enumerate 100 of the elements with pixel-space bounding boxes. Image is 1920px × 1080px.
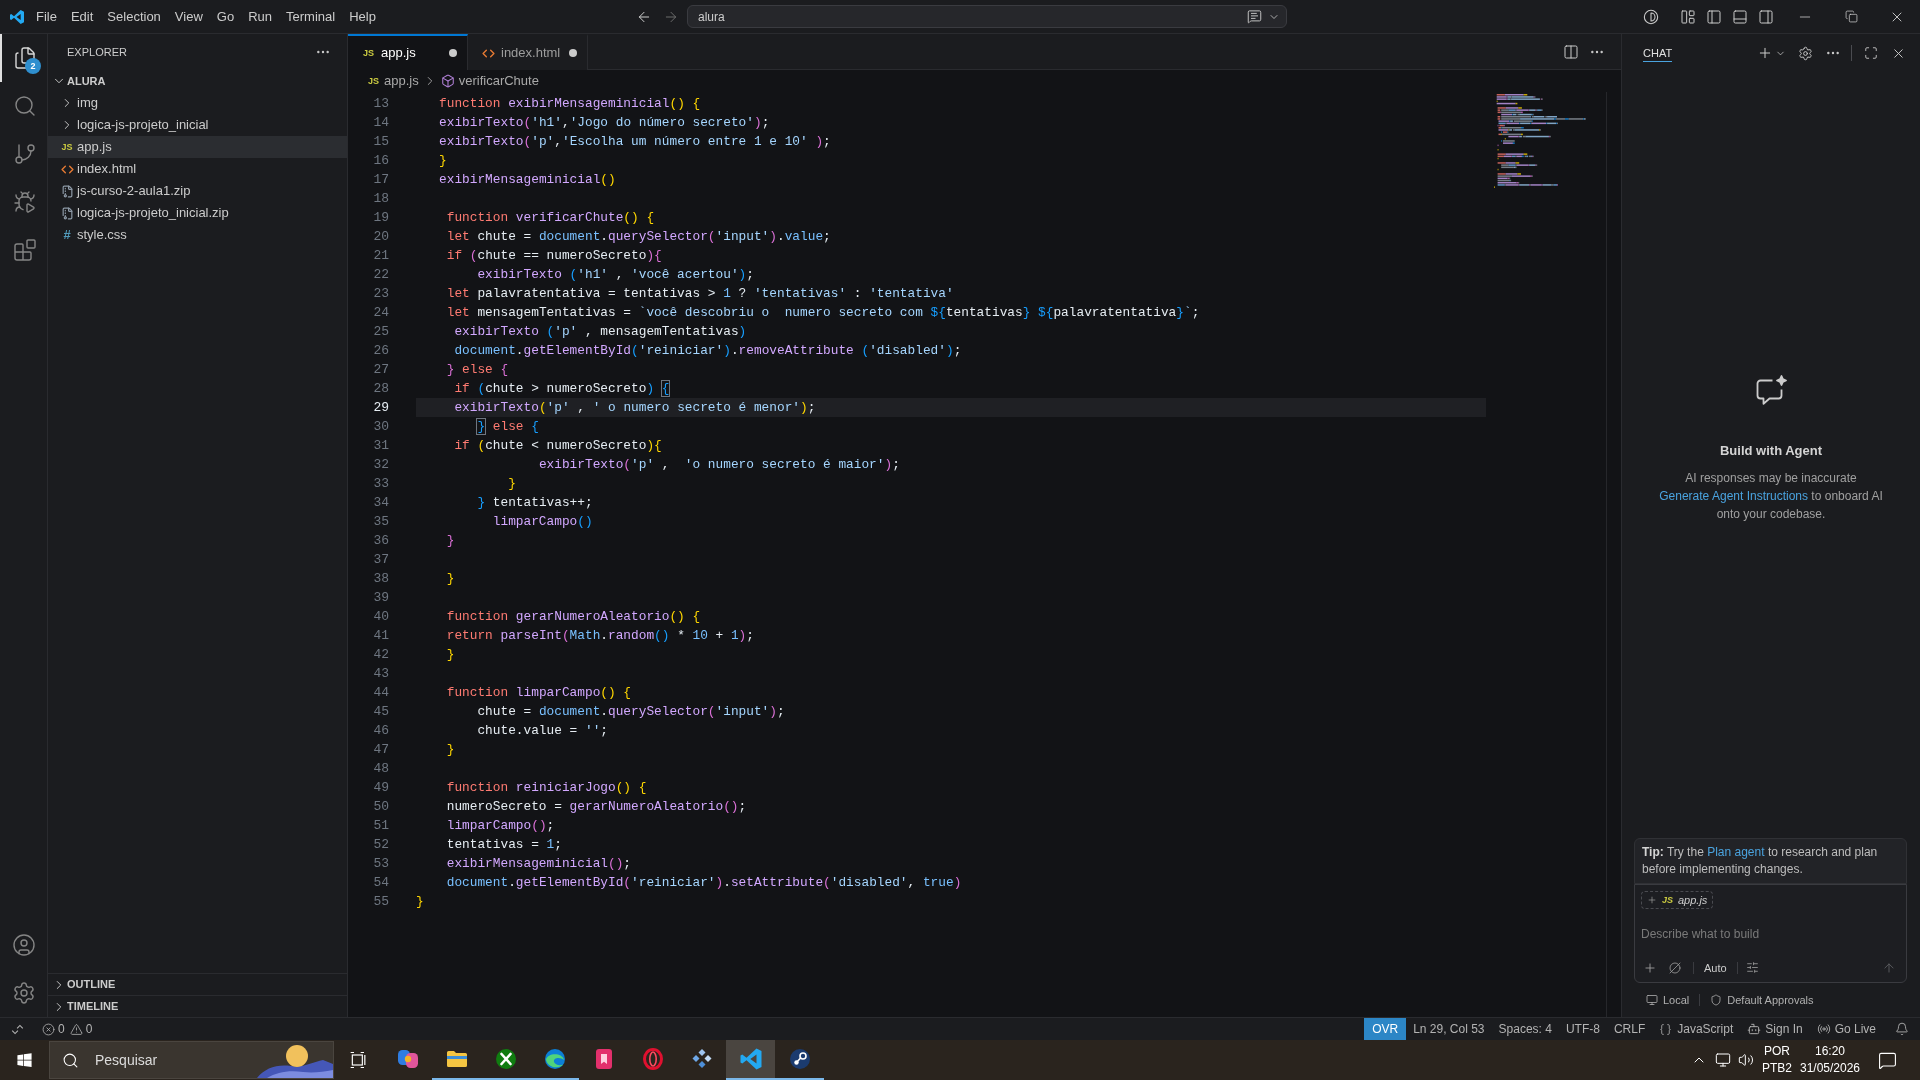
code-line: let chute = document.querySelector('input').value;: [446, 228, 831, 246]
mode-picker[interactable]: Auto: [1704, 959, 1727, 976]
maximize-icon[interactable]: [1864, 46, 1878, 60]
files-icon: [12, 46, 37, 70]
settings-icon[interactable]: [11, 981, 36, 1005]
clock-date[interactable]: 31/05/2026: [1799, 1060, 1861, 1077]
attachment-chip[interactable]: JS app.js: [1641, 891, 1714, 909]
monitor-icon: [1646, 994, 1658, 1006]
account-icon[interactable]: [11, 933, 36, 957]
monitor-icon[interactable]: [1715, 1052, 1731, 1068]
line-number: 47: [373, 741, 389, 759]
editor-tab[interactable]: JS app.js: [348, 34, 468, 70]
panel-left-icon[interactable]: [1706, 8, 1722, 25]
piston-circle-app-icon[interactable]: [787, 1047, 812, 1071]
tree-item[interactable]: logica-js-projeto_inicial: [48, 114, 347, 136]
command-center[interactable]: alura: [687, 5, 1287, 28]
plan-agent-link[interactable]: Plan agent: [1707, 845, 1765, 859]
search-field[interactable]: alura: [698, 7, 1198, 26]
disclaimer-text: AI responses may be inaccurate: [1685, 469, 1857, 487]
swirl-app-icon[interactable]: [395, 1047, 420, 1071]
line-number: 27: [373, 361, 389, 379]
menu-item[interactable]: Help: [342, 4, 383, 29]
section-header[interactable]: OUTLINE: [48, 973, 347, 995]
panel-right-icon[interactable]: [1758, 8, 1774, 25]
restore-icon[interactable]: [1844, 10, 1858, 23]
line-number: 36: [373, 532, 389, 550]
panel-title[interactable]: CHAT: [1643, 44, 1673, 62]
warning-count[interactable]: 0: [85, 1020, 93, 1038]
line-number: 24: [373, 304, 389, 322]
code-line: tentativas = 1;: [446, 836, 562, 854]
generate-instructions-link[interactable]: Generate Agent Instructions: [1659, 488, 1808, 503]
chat-bubble-icon[interactable]: [1247, 9, 1262, 24]
js-file-icon: JS: [1661, 895, 1674, 905]
taskbar-search-field[interactable]: Pesquisar: [95, 1049, 215, 1071]
layout-icon[interactable]: [1680, 8, 1696, 25]
code-line: }: [508, 475, 516, 493]
half-circle-icon[interactable]: [1643, 8, 1659, 25]
breadcrumb-item[interactable]: verificarChute: [440, 71, 539, 91]
sliders-icon[interactable]: [1745, 961, 1759, 975]
status-item[interactable]: Spaces: 4: [1491, 1020, 1559, 1038]
line-number: 20: [373, 228, 389, 246]
breadcrumb-item[interactable]: JS app.js: [367, 71, 419, 91]
panel-title: EXPLORER: [67, 44, 127, 60]
code-line: if (chute > numeroSecreto) {: [454, 380, 670, 398]
wave-sphere-app-icon[interactable]: [542, 1047, 567, 1071]
code-line: let mensagemTentativas = `você descobriu o numero secreto com ${tentativas} ${palavratentativa}`;: [446, 304, 1200, 322]
menu-item[interactable]: Run: [241, 4, 279, 29]
four-panes-icon[interactable]: [15, 1051, 33, 1069]
status-item[interactable]: CRLF: [1606, 1020, 1653, 1038]
x-circle-app-icon[interactable]: [493, 1047, 518, 1071]
speaker-icon[interactable]: [1738, 1052, 1754, 1068]
menu-item[interactable]: Terminal: [279, 4, 343, 29]
editor-tab[interactable]: index.html: [468, 34, 588, 70]
tree-item[interactable]: logica-js-projeto_inicial.zip: [48, 202, 347, 224]
speech-bubble-icon[interactable]: [1878, 1050, 1897, 1070]
sign-in-button[interactable]: Sign In: [1740, 1020, 1810, 1038]
settings-icon[interactable]: [1798, 45, 1813, 61]
menu-item[interactable]: Edit: [63, 4, 101, 29]
panel-bottom-icon[interactable]: [1732, 8, 1748, 25]
branch-icon: [12, 142, 37, 166]
code-ribbon-app-icon[interactable]: [738, 1047, 763, 1071]
ring-app-icon[interactable]: [640, 1047, 665, 1071]
go-live-button[interactable]: Go Live: [1809, 1020, 1883, 1038]
add-icon[interactable]: [1757, 45, 1773, 61]
shield-icon: [1710, 994, 1723, 1006]
code-line: chute.value = '';: [477, 722, 608, 740]
bell-icon[interactable]: [1895, 1022, 1909, 1036]
clock-time[interactable]: 16:20: [1815, 1043, 1845, 1060]
menu-item[interactable]: Selection: [100, 4, 168, 29]
menu-item[interactable]: View: [167, 4, 210, 29]
session-location-button[interactable]: Local: [1646, 991, 1690, 1009]
error-count[interactable]: 0: [58, 1020, 65, 1038]
tree-item[interactable]: # style.css: [48, 224, 347, 246]
approvals-button[interactable]: Default Approvals: [1710, 991, 1814, 1009]
line-number: 21: [373, 247, 389, 265]
taskbar-search-box[interactable]: Pesquisar: [49, 1041, 334, 1079]
chevrons-icon[interactable]: [11, 1022, 24, 1036]
tree-item[interactable]: JS app.js: [48, 136, 347, 158]
error-icon[interactable]: [42, 1022, 55, 1036]
language-mode[interactable]: JavaScript: [1652, 1020, 1741, 1038]
split-editor-icon[interactable]: [1563, 43, 1579, 60]
tree-item[interactable]: js-curso-2-aula1.zip: [48, 180, 347, 202]
code-line: exibirMensageminicial(): [439, 171, 616, 189]
overtype-indicator[interactable]: OVR: [1364, 1018, 1407, 1040]
keyboard-layout[interactable]: PTB2: [1762, 1060, 1792, 1077]
line-number: 31: [373, 437, 389, 455]
tip-text: Tip: Try the Plan agent to research and plan before implementing changes.: [1642, 844, 1879, 878]
tree-item[interactable]: img: [48, 92, 347, 114]
input-language[interactable]: POR: [1764, 1043, 1790, 1060]
menu-item[interactable]: File: [29, 4, 64, 29]
chat-input-field[interactable]: Describe what to build: [1641, 923, 1900, 945]
folder-header[interactable]: ALURA: [48, 70, 347, 92]
code-line: exibirMensageminicial();: [446, 855, 632, 873]
status-item[interactable]: UTF-8: [1558, 1020, 1607, 1038]
warning-icon[interactable]: [69, 1022, 83, 1036]
slash-circle-icon[interactable]: [1669, 961, 1681, 974]
status-item[interactable]: Ln 29, Col 53: [1406, 1020, 1492, 1038]
code-line: limparCampo(): [492, 513, 593, 531]
menu-item[interactable]: Go: [209, 4, 242, 29]
tree-item[interactable]: index.html: [48, 158, 347, 180]
